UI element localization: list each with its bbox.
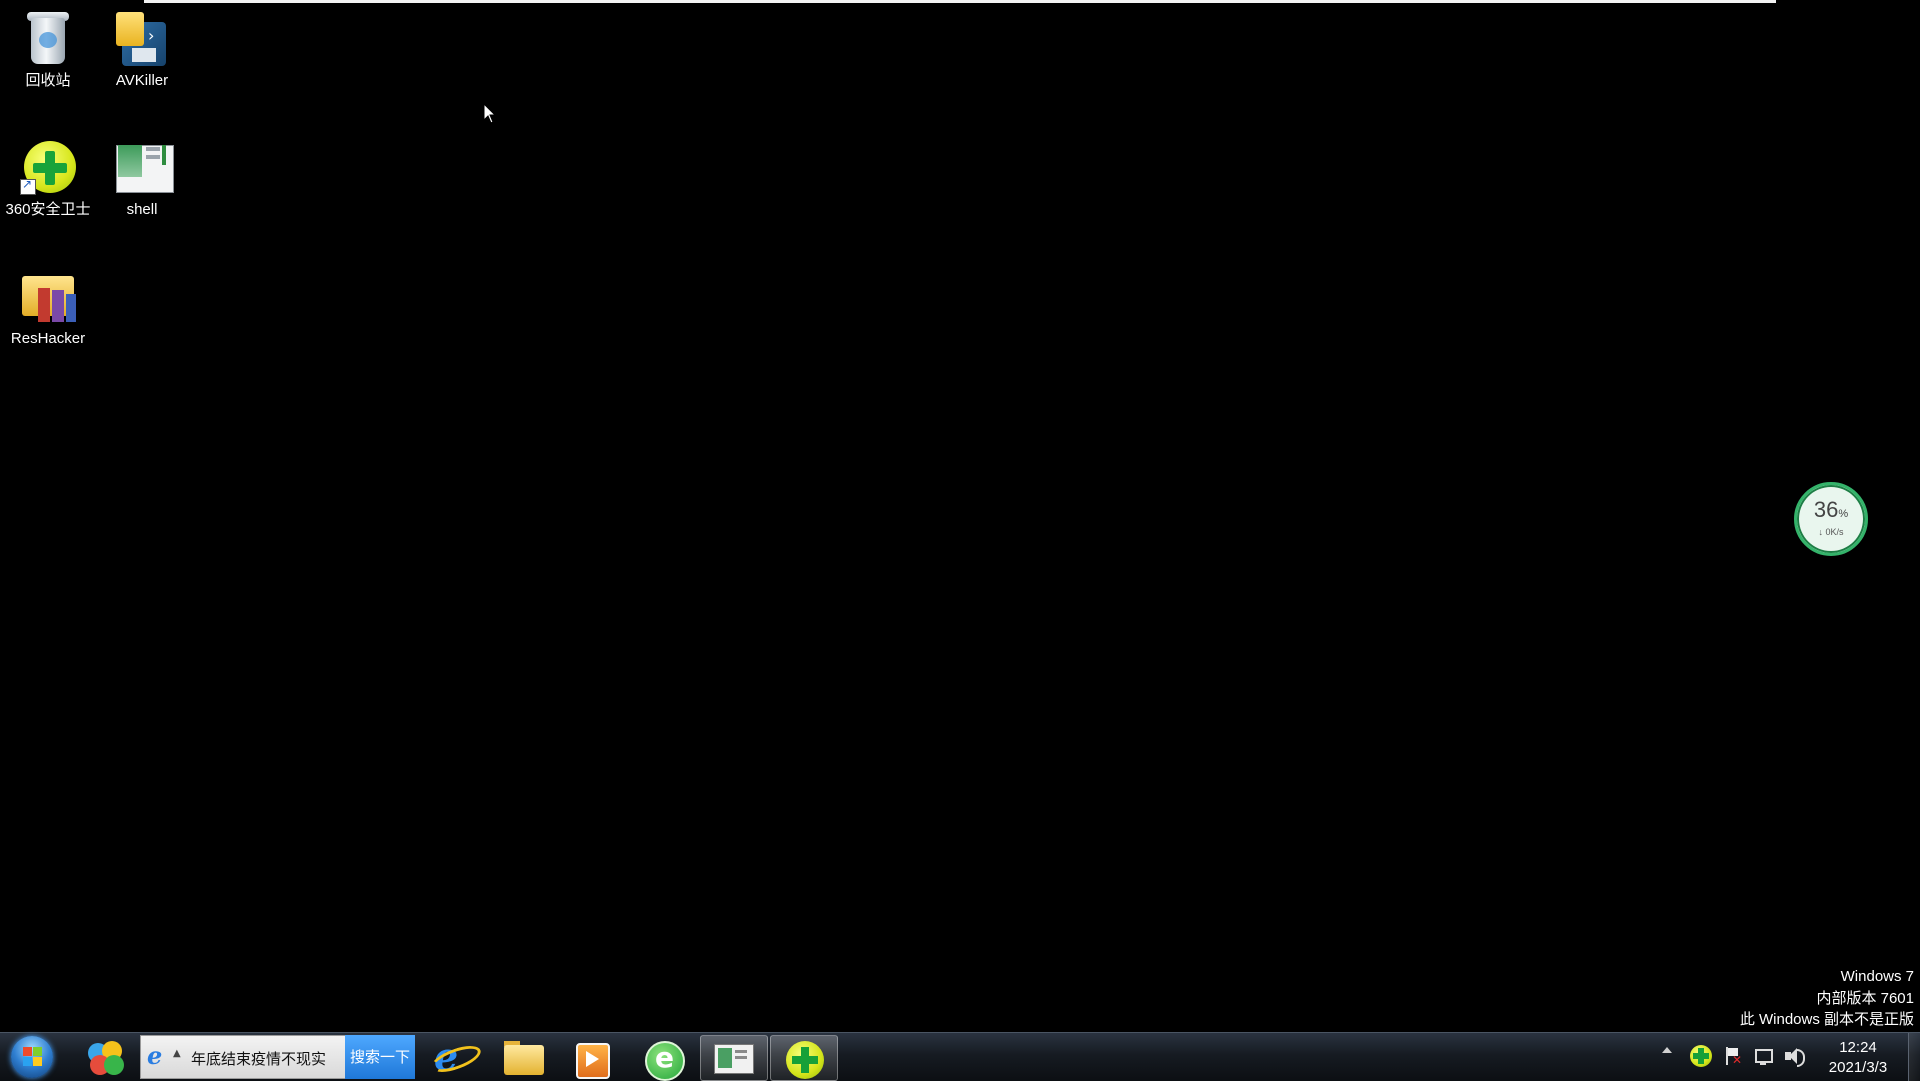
volume-icon[interactable] [1782, 1045, 1805, 1067]
search-input[interactable]: 年底结束疫情不现实 [191, 1048, 326, 1069]
360-speed-ball-widget[interactable]: 36% ↓ 0K/s [1794, 482, 1868, 556]
taskbar-internet-explorer[interactable]: e [420, 1035, 486, 1079]
avkiller-icon: › [112, 8, 172, 68]
desktop-icon-shell[interactable]: shell [94, 131, 190, 251]
network-icon[interactable] [1752, 1045, 1774, 1067]
clock-time: 12:24 [1839, 1039, 1877, 1056]
taskbar-360-browser[interactable]: e [630, 1035, 696, 1081]
360-security-icon [18, 137, 78, 197]
show-hidden-icons-arrow-icon[interactable] [1662, 1047, 1672, 1053]
desktop: 回收站 › AVKiller 360安全卫士 shell [0, 0, 1920, 1032]
network-speed: ↓ 0K/s [1818, 527, 1844, 537]
show-desktop-button[interactable] [1908, 1033, 1920, 1081]
taskbar-shell[interactable] [700, 1035, 768, 1081]
desktop-icon-avkiller[interactable]: › AVKiller [94, 2, 190, 122]
taskbar-360-software-manager[interactable] [80, 1035, 132, 1079]
clock-date: 2021/3/3 [1828, 1059, 1888, 1076]
taskbar: e ▲ 年底结束疫情不现实 搜索一下 e e ✕ 12:24 2021/3/3 [0, 1032, 1920, 1081]
memory-usage-percent: 36% [1813, 497, 1849, 522]
search-button[interactable]: 搜索一下 [345, 1035, 415, 1079]
desktop-icon-reshacker[interactable]: ResHacker [0, 260, 96, 380]
taskbar-windows-explorer[interactable] [490, 1035, 556, 1079]
watermark-build: 内部版本 7601 [1816, 989, 1914, 1007]
reshacker-icon [18, 266, 78, 326]
taskbar-clock[interactable]: 12:24 2021/3/3 [1808, 1035, 1908, 1079]
shortcut-arrow-icon [20, 177, 36, 195]
taskbar-search-box[interactable]: e ▲ 年底结束疫情不现实 [140, 1035, 347, 1079]
desktop-icon-label: shell [126, 201, 158, 218]
recycle-bin-icon [18, 8, 78, 68]
screen-top-bar [144, 0, 1776, 3]
desktop-icon-recycle-bin[interactable]: 回收站 [0, 2, 96, 122]
desktop-icon-label: AVKiller [115, 72, 169, 89]
360-tray-icon[interactable] [1690, 1045, 1712, 1067]
taskbar-media-player[interactable] [558, 1035, 624, 1079]
search-dropdown-icon[interactable]: ▲ [173, 1048, 181, 1059]
windows-start-orb-icon [11, 1036, 53, 1078]
desktop-icon-360-security[interactable]: 360安全卫士 [0, 131, 96, 251]
start-button[interactable] [8, 1035, 56, 1079]
search-ie-icon: e [147, 1041, 163, 1070]
action-center-flag-icon[interactable]: ✕ [1722, 1045, 1744, 1067]
watermark-os-name: Windows 7 [1840, 968, 1914, 985]
desktop-icon-label: ResHacker [10, 330, 86, 347]
windows-watermark: Windows 7 内部版本 7601 此 Windows 副本不是正版 [1740, 966, 1914, 1031]
taskbar-360-security[interactable] [770, 1035, 838, 1081]
shell-app-icon [112, 137, 174, 197]
watermark-not-genuine: 此 Windows 副本不是正版 [1739, 1011, 1914, 1028]
